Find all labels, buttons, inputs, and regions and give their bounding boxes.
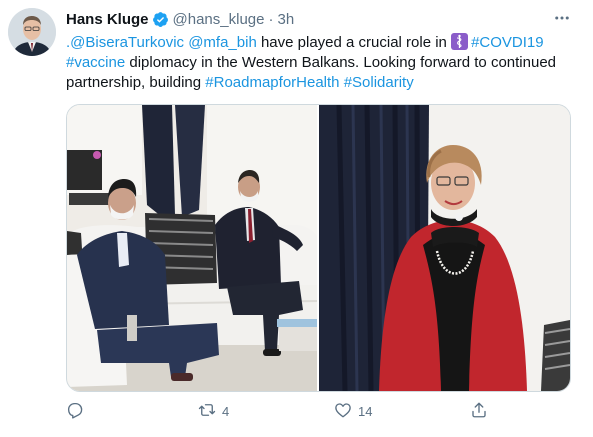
avatar-photo xyxy=(8,8,56,56)
text-segment: have played a crucial role in xyxy=(256,34,452,51)
health-emoji-icon xyxy=(451,33,469,50)
avatar[interactable] xyxy=(8,8,56,56)
reply-button[interactable] xyxy=(66,398,90,424)
tweet-text: .@BiseraTurkovic @mfa_bih have played a … xyxy=(66,33,566,93)
hashtag-link[interactable]: #Solidarity xyxy=(344,74,414,91)
like-count: 14 xyxy=(358,403,373,419)
hashtag-link[interactable]: #COVDI19 xyxy=(471,34,544,51)
share-button[interactable] xyxy=(470,398,488,424)
tweet-header: Hans Kluge @hans_kluge · 3h xyxy=(66,9,294,29)
share-icon xyxy=(470,401,488,422)
timestamp[interactable]: 3h xyxy=(277,11,294,28)
retweet-icon xyxy=(198,401,216,422)
tweet-actions: 4 14 xyxy=(66,398,566,424)
photo-left[interactable] xyxy=(67,105,317,391)
like-button[interactable]: 14 xyxy=(334,398,372,424)
more-horizontal-icon[interactable] xyxy=(549,6,575,30)
hashtag-link[interactable]: #vaccine xyxy=(66,54,125,71)
mention-link[interactable]: @mfa_bih xyxy=(188,34,257,51)
media-grid xyxy=(66,104,571,392)
retweet-button[interactable]: 4 xyxy=(198,398,229,424)
reply-icon xyxy=(66,401,84,422)
verified-badge-icon xyxy=(152,11,169,28)
heart-icon xyxy=(334,401,352,422)
retweet-count: 4 xyxy=(222,403,230,419)
mention-link[interactable]: .@BiseraTurkovic xyxy=(66,34,184,51)
author-handle[interactable]: @hans_kluge xyxy=(173,11,265,28)
photo-right[interactable] xyxy=(319,105,570,391)
tweet[interactable]: Hans Kluge @hans_kluge · 3h .@BiseraTurk… xyxy=(0,0,593,437)
author-name[interactable]: Hans Kluge xyxy=(66,11,149,28)
separator: · xyxy=(268,10,274,28)
hashtag-link[interactable]: #RoadmapforHealth xyxy=(205,74,339,91)
